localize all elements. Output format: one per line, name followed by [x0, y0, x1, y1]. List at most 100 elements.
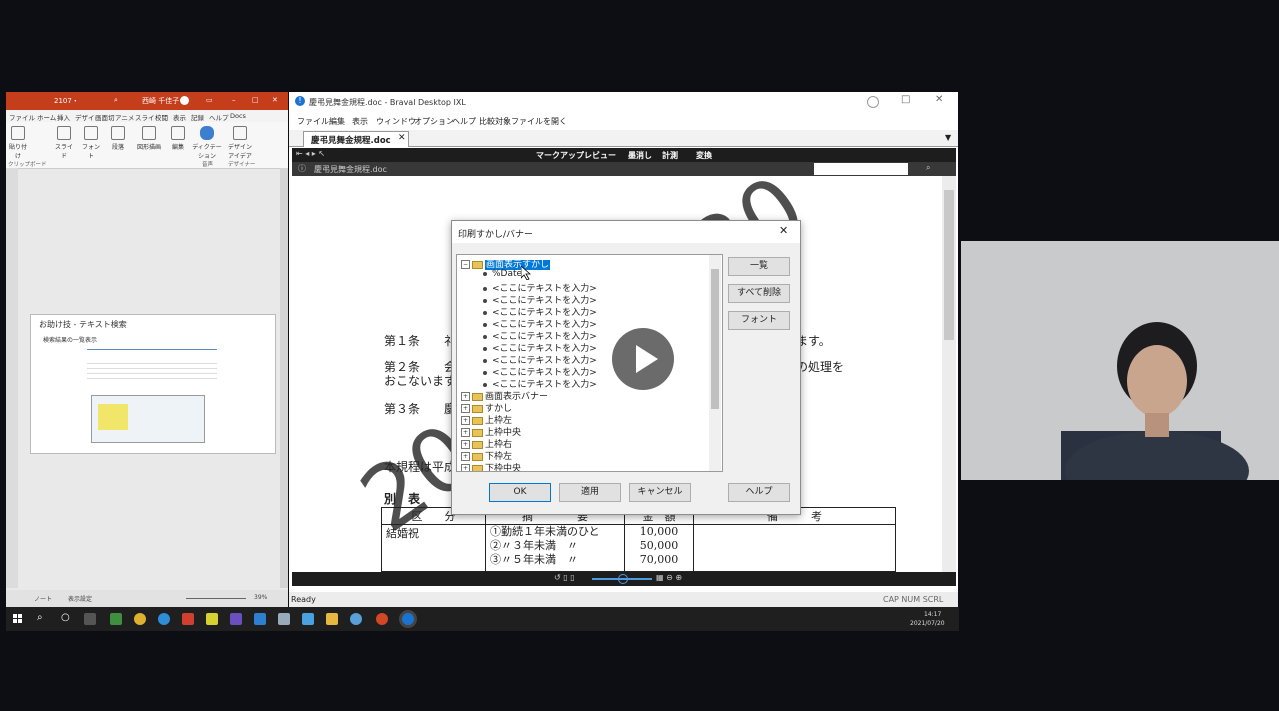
slide-thumbnail-pane[interactable] [6, 168, 18, 588]
collapse-icon[interactable]: − [461, 260, 470, 269]
toolbar-markup[interactable]: マークアップ [536, 150, 584, 161]
app-icon[interactable] [182, 613, 194, 625]
expand-icon[interactable]: + [461, 428, 470, 437]
ok-button[interactable]: OK [489, 483, 551, 502]
video-play-button[interactable] [612, 328, 674, 390]
tab-slideshow[interactable]: スライ [135, 112, 155, 122]
tab-docs[interactable]: Docs [230, 112, 246, 120]
braval-icon[interactable] [402, 613, 414, 625]
expand-icon[interactable]: + [461, 452, 470, 461]
help-button[interactable]: ヘルプ [728, 483, 790, 502]
expand-icon[interactable]: + [461, 464, 470, 471]
tab-record[interactable]: 記録 [191, 112, 204, 122]
notes-button[interactable]: ノート [34, 594, 52, 603]
app-icon[interactable] [254, 613, 266, 625]
menu-help[interactable]: ヘルプ [452, 116, 476, 127]
zoom-level[interactable]: 39% [254, 594, 267, 601]
zoom-slider-handle[interactable] [618, 574, 628, 584]
edge-icon[interactable] [158, 613, 170, 625]
tab-file[interactable]: ファイル [9, 112, 35, 122]
menu-view[interactable]: 表示 [352, 116, 368, 127]
cortana-icon[interactable]: ○ [61, 612, 70, 623]
document-tab[interactable]: 慶弔見舞金規程.doc ✕ [303, 131, 409, 147]
document-scrollbar[interactable] [942, 176, 956, 572]
clock-date[interactable]: 2021/07/20 [910, 620, 945, 627]
tab-transitions[interactable]: 画面切 [95, 112, 115, 122]
menu-window[interactable]: ウィンドウ [376, 116, 416, 127]
menu-file[interactable]: ファイル [297, 116, 329, 127]
search-icon[interactable]: ⌕ [926, 163, 930, 173]
current-slide[interactable]: お助け技 - テキスト検索 検索結果の一覧表示 [30, 314, 276, 454]
app-icon[interactable] [206, 613, 218, 625]
font-button[interactable]: フォント [728, 311, 790, 330]
dialog-close-icon[interactable]: ✕ [779, 224, 788, 237]
paragraph-button[interactable]: 段落 [108, 126, 128, 151]
slide-button[interactable]: スライド [54, 126, 74, 160]
tab-help[interactable]: ヘルプ [209, 112, 229, 122]
toolbar-review[interactable]: レビュー [584, 150, 616, 161]
close-icon[interactable]: ✕ [935, 94, 943, 105]
avatar[interactable] [180, 96, 189, 105]
zoom-slider[interactable] [186, 598, 246, 599]
tab-insert[interactable]: 挿入 [57, 112, 70, 122]
app-icon[interactable] [302, 613, 314, 625]
dictation-button[interactable]: ディクテーション [192, 126, 222, 160]
search-icon[interactable]: ⌕ [37, 612, 43, 623]
tree-folder[interactable]: + 下枠中央 [461, 461, 521, 471]
display-settings-button[interactable]: 表示設定 [68, 594, 92, 603]
clock-time[interactable]: 14:17 [924, 611, 941, 618]
zoom-icon[interactable]: ▦ ⊖ ⊕ [656, 573, 682, 582]
menu-options[interactable]: オプション [414, 116, 454, 127]
account-icon[interactable] [867, 96, 879, 108]
windows-start-icon[interactable] [13, 614, 23, 624]
toolbar-redact[interactable]: 墨消し [628, 150, 652, 161]
info-icon[interactable]: ⓘ [298, 163, 306, 174]
tab-view[interactable]: 表示 [173, 112, 186, 122]
tab-list-icon[interactable]: ▼ [945, 133, 951, 142]
tab-animations[interactable]: アニメ [115, 112, 134, 122]
font-button[interactable]: フォント [81, 126, 101, 160]
ppt-scrollbar[interactable] [280, 168, 288, 588]
apply-button[interactable]: 適用 [559, 483, 621, 502]
task-view-icon[interactable] [84, 613, 96, 625]
tab-design[interactable]: デザイ [75, 112, 95, 122]
scroll-thumb[interactable] [944, 190, 954, 340]
tab-close-icon[interactable]: ✕ [398, 133, 406, 143]
menu-open-compare[interactable]: 比較対象ファイルを開く [479, 116, 567, 127]
cancel-button[interactable]: キャンセル [629, 483, 691, 502]
app-icon[interactable] [110, 613, 122, 625]
page-select[interactable] [814, 163, 908, 175]
file-explorer-icon[interactable] [326, 613, 338, 625]
toolbar-nav-icon[interactable]: ⇤ ◂ ▸ ↖ [296, 149, 325, 158]
watermark-tree[interactable]: − 画面表示すかし %Date <ここにテキストを入力> <ここにテキストを入力>… [456, 254, 723, 472]
tree-scroll-thumb[interactable] [711, 269, 719, 409]
close-icon[interactable]: ✕ [272, 96, 278, 104]
delete-all-button[interactable]: すべて削除 [728, 284, 790, 303]
menu-edit[interactable]: 編集 [329, 116, 345, 127]
maximize-icon[interactable]: □ [252, 96, 259, 104]
design-ideas-button[interactable]: デザイン アイデア [226, 126, 254, 160]
tab-review[interactable]: 校閲 [155, 112, 168, 122]
expand-icon[interactable]: + [461, 440, 470, 449]
app-icon[interactable] [350, 613, 362, 625]
teams-icon[interactable] [230, 613, 242, 625]
tree-item-date[interactable]: %Date [483, 269, 522, 279]
expand-icon[interactable]: + [461, 416, 470, 425]
expand-icon[interactable]: + [461, 392, 470, 401]
tree-scrollbar[interactable] [709, 255, 721, 471]
expand-icon[interactable]: + [461, 404, 470, 413]
drawing-button[interactable]: 図形描画 [136, 126, 162, 151]
toolbar-convert[interactable]: 変換 [696, 150, 712, 161]
rotate-icon[interactable]: ↺ ▯ ▯ [554, 573, 575, 582]
app-icon[interactable] [278, 613, 290, 625]
ribbon-display-icon[interactable]: ▭ [206, 96, 213, 104]
edit-button[interactable]: 編集 [168, 126, 188, 151]
minimize-icon[interactable]: – [232, 96, 236, 104]
search-icon[interactable]: ⌕ [114, 96, 118, 105]
maximize-icon[interactable]: □ [901, 94, 910, 105]
paste-button[interactable]: 貼り付け [8, 126, 28, 160]
list-button[interactable]: 一覧 [728, 257, 790, 276]
chrome-icon[interactable] [134, 613, 146, 625]
powerpoint-icon[interactable] [376, 613, 388, 625]
toolbar-measure[interactable]: 計測 [662, 150, 678, 161]
